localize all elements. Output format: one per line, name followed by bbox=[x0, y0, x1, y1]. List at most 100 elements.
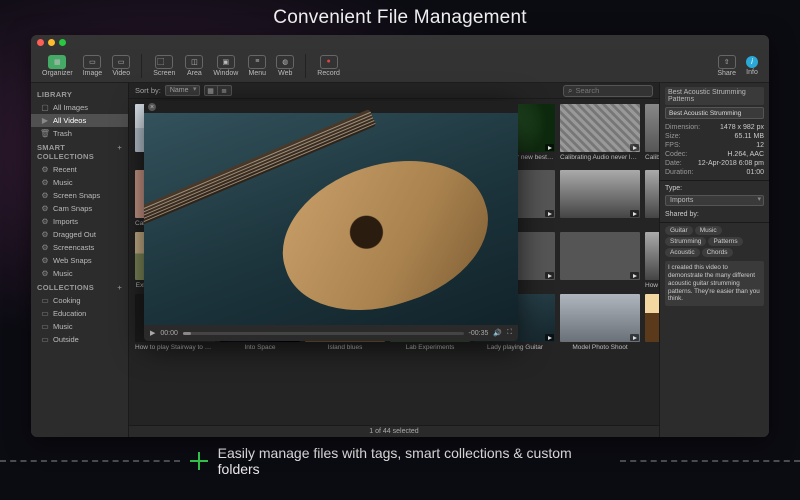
sidebar-item-music-2[interactable]: ⚙Music bbox=[31, 267, 128, 280]
tag[interactable]: Strumming bbox=[665, 237, 706, 246]
volume-icon[interactable]: 🔊 bbox=[493, 329, 502, 337]
close-icon[interactable]: × bbox=[148, 103, 156, 111]
sidebar-item-cooking[interactable]: ▭Cooking bbox=[31, 294, 128, 307]
thumbnail-label: Monumential bbox=[645, 342, 659, 354]
preview-image bbox=[144, 113, 518, 325]
gear-icon: ⚙ bbox=[41, 231, 49, 239]
sidebar-item-all-videos[interactable]: ▶All Videos bbox=[31, 114, 128, 127]
thumbnail[interactable]: How to play Imagine by John… bbox=[645, 232, 659, 292]
video-icon bbox=[630, 144, 639, 151]
organizer-label: Organizer bbox=[42, 70, 73, 77]
sort-select[interactable]: Name bbox=[165, 85, 200, 96]
add-smart-icon[interactable]: + bbox=[117, 143, 122, 161]
time-current: 00:00 bbox=[160, 330, 178, 337]
sidebar-item-music[interactable]: ⚙Music bbox=[31, 176, 128, 189]
thumbnail[interactable]: Monumential bbox=[645, 294, 659, 354]
l: Window bbox=[213, 70, 238, 77]
record-button[interactable]: ●Record bbox=[314, 55, 343, 77]
folder-icon: ▭ bbox=[41, 323, 49, 331]
web-button[interactable]: ◍Web bbox=[273, 55, 297, 77]
tag[interactable]: Music bbox=[695, 226, 722, 235]
menu-button[interactable]: ≡Menu bbox=[245, 55, 269, 77]
thumbnail[interactable]: Eagle Paradise bbox=[645, 170, 659, 230]
promo-subtitle: Easily manage files with tags, smart col… bbox=[218, 445, 610, 477]
sidebar-item-screencasts[interactable]: ⚙Screencasts bbox=[31, 241, 128, 254]
view-grid-icon[interactable]: ▦ bbox=[204, 85, 218, 96]
thumbnail-label: How to play Imagine by John… bbox=[645, 280, 659, 292]
type-select[interactable]: Imports bbox=[665, 195, 764, 206]
v: 65.11 MB bbox=[735, 133, 764, 140]
notes-field[interactable]: I created this video to demonstrate the … bbox=[665, 261, 764, 306]
l: Menu bbox=[249, 70, 267, 77]
close-icon[interactable] bbox=[37, 39, 44, 46]
thumbnail-label bbox=[560, 280, 640, 285]
thumbnail[interactable]: Model Photo Shoot bbox=[560, 294, 640, 354]
sidebar-item-screen-snaps[interactable]: ⚙Screen Snaps bbox=[31, 189, 128, 202]
organizer-button[interactable]: ▦Organizer bbox=[39, 55, 76, 77]
video-icon bbox=[630, 334, 639, 341]
zoom-icon[interactable] bbox=[59, 39, 66, 46]
app-window: ▦Organizer ▭Image ▭Video ⃞Screen ◫Area ▣… bbox=[31, 35, 769, 437]
l: Share bbox=[717, 70, 736, 77]
video-button[interactable]: ▭Video bbox=[109, 55, 133, 77]
sidebar-item-recent[interactable]: ⚙Recent bbox=[31, 163, 128, 176]
window-button[interactable]: ▣Window bbox=[210, 55, 241, 77]
fullscreen-icon[interactable]: ⛶ bbox=[507, 329, 512, 337]
sidebar-item-web-snaps[interactable]: ⚙Web Snaps bbox=[31, 254, 128, 267]
inspector-title: Best Acoustic Strumming Patterns bbox=[665, 87, 764, 105]
sidebar-item-cam-snaps[interactable]: ⚙Cam Snaps bbox=[31, 202, 128, 215]
tag[interactable]: Chords bbox=[702, 248, 733, 257]
tag[interactable]: Acoustic bbox=[665, 248, 700, 257]
minimize-icon[interactable] bbox=[48, 39, 55, 46]
sidebar: LIBRARY ▢All Images ▶All Videos 🗑Trash S… bbox=[31, 83, 129, 437]
gear-icon: ⚙ bbox=[41, 166, 49, 174]
sidebar-item-all-images[interactable]: ▢All Images bbox=[31, 101, 128, 114]
gear-icon: ⚙ bbox=[41, 218, 49, 226]
name-field[interactable]: Best Acoustic Strumming Patterns bbox=[665, 107, 764, 119]
promo-bottom: Easily manage files with tags, smart col… bbox=[0, 445, 800, 477]
info-button[interactable]: iInfo bbox=[743, 56, 761, 76]
thumbnail[interactable]: Calibrating Audio never looke… bbox=[645, 104, 659, 168]
gear-icon: ⚙ bbox=[41, 179, 49, 187]
thumbnail-label: Calibrating Audio never looke… bbox=[560, 152, 640, 164]
thumbnail[interactable] bbox=[560, 232, 640, 292]
view-list-icon[interactable]: ≣ bbox=[218, 85, 232, 96]
play-icon[interactable]: ▶ bbox=[150, 329, 155, 337]
promo-title: Convenient File Management bbox=[0, 0, 800, 35]
search-input[interactable]: ⌕ Search bbox=[563, 85, 653, 97]
video-icon bbox=[545, 144, 554, 151]
sidebar-item-outside[interactable]: ▭Outside bbox=[31, 333, 128, 346]
thumbnail-label: Lady playing Guitar bbox=[475, 342, 555, 354]
thumbnail-label: Model Photo Shoot bbox=[560, 342, 640, 354]
video-icon bbox=[545, 334, 554, 341]
time-remaining: -00:35 bbox=[469, 330, 489, 337]
l: Screen bbox=[153, 70, 175, 77]
sidebar-item-education[interactable]: ▭Education bbox=[31, 307, 128, 320]
thumbnail-label bbox=[560, 218, 640, 223]
thumbnail-label: Island blues bbox=[305, 342, 385, 354]
search-icon: ⌕ bbox=[568, 86, 572, 96]
screen-button[interactable]: ⃞Screen bbox=[150, 55, 178, 77]
seek-bar[interactable] bbox=[183, 332, 464, 335]
sidebar-item-trash[interactable]: 🗑Trash bbox=[31, 127, 128, 140]
v: 12-Apr-2018 6:08 pm bbox=[698, 160, 764, 167]
tag[interactable]: Patterns bbox=[708, 237, 742, 246]
toolbar: ▦Organizer ▭Image ▭Video ⃞Screen ◫Area ▣… bbox=[31, 49, 769, 83]
gear-icon: ⚙ bbox=[41, 270, 49, 278]
tag[interactable]: Guitar bbox=[665, 226, 693, 235]
add-collection-icon[interactable]: + bbox=[117, 283, 122, 292]
v: 12 bbox=[756, 142, 764, 149]
folder-icon: ▭ bbox=[41, 336, 49, 344]
image-button[interactable]: ▭Image bbox=[80, 55, 105, 77]
area-button[interactable]: ◫Area bbox=[182, 55, 206, 77]
sidebar-item-music-col[interactable]: ▭Music bbox=[31, 320, 128, 333]
video-icon bbox=[545, 210, 554, 217]
sidebar-item-imports[interactable]: ⚙Imports bbox=[31, 215, 128, 228]
thumbnail[interactable]: Calibrating Audio never looke… bbox=[560, 104, 640, 168]
sidebar-item-dragged-out[interactable]: ⚙Dragged Out bbox=[31, 228, 128, 241]
inspector-panel: Best Acoustic Strumming Patterns Best Ac… bbox=[659, 83, 769, 437]
thumbnail[interactable] bbox=[560, 170, 640, 230]
share-button[interactable]: ⇧Share bbox=[714, 55, 739, 77]
collections-header: COLLECTIONS+ bbox=[31, 280, 128, 294]
gear-icon: ⚙ bbox=[41, 244, 49, 252]
